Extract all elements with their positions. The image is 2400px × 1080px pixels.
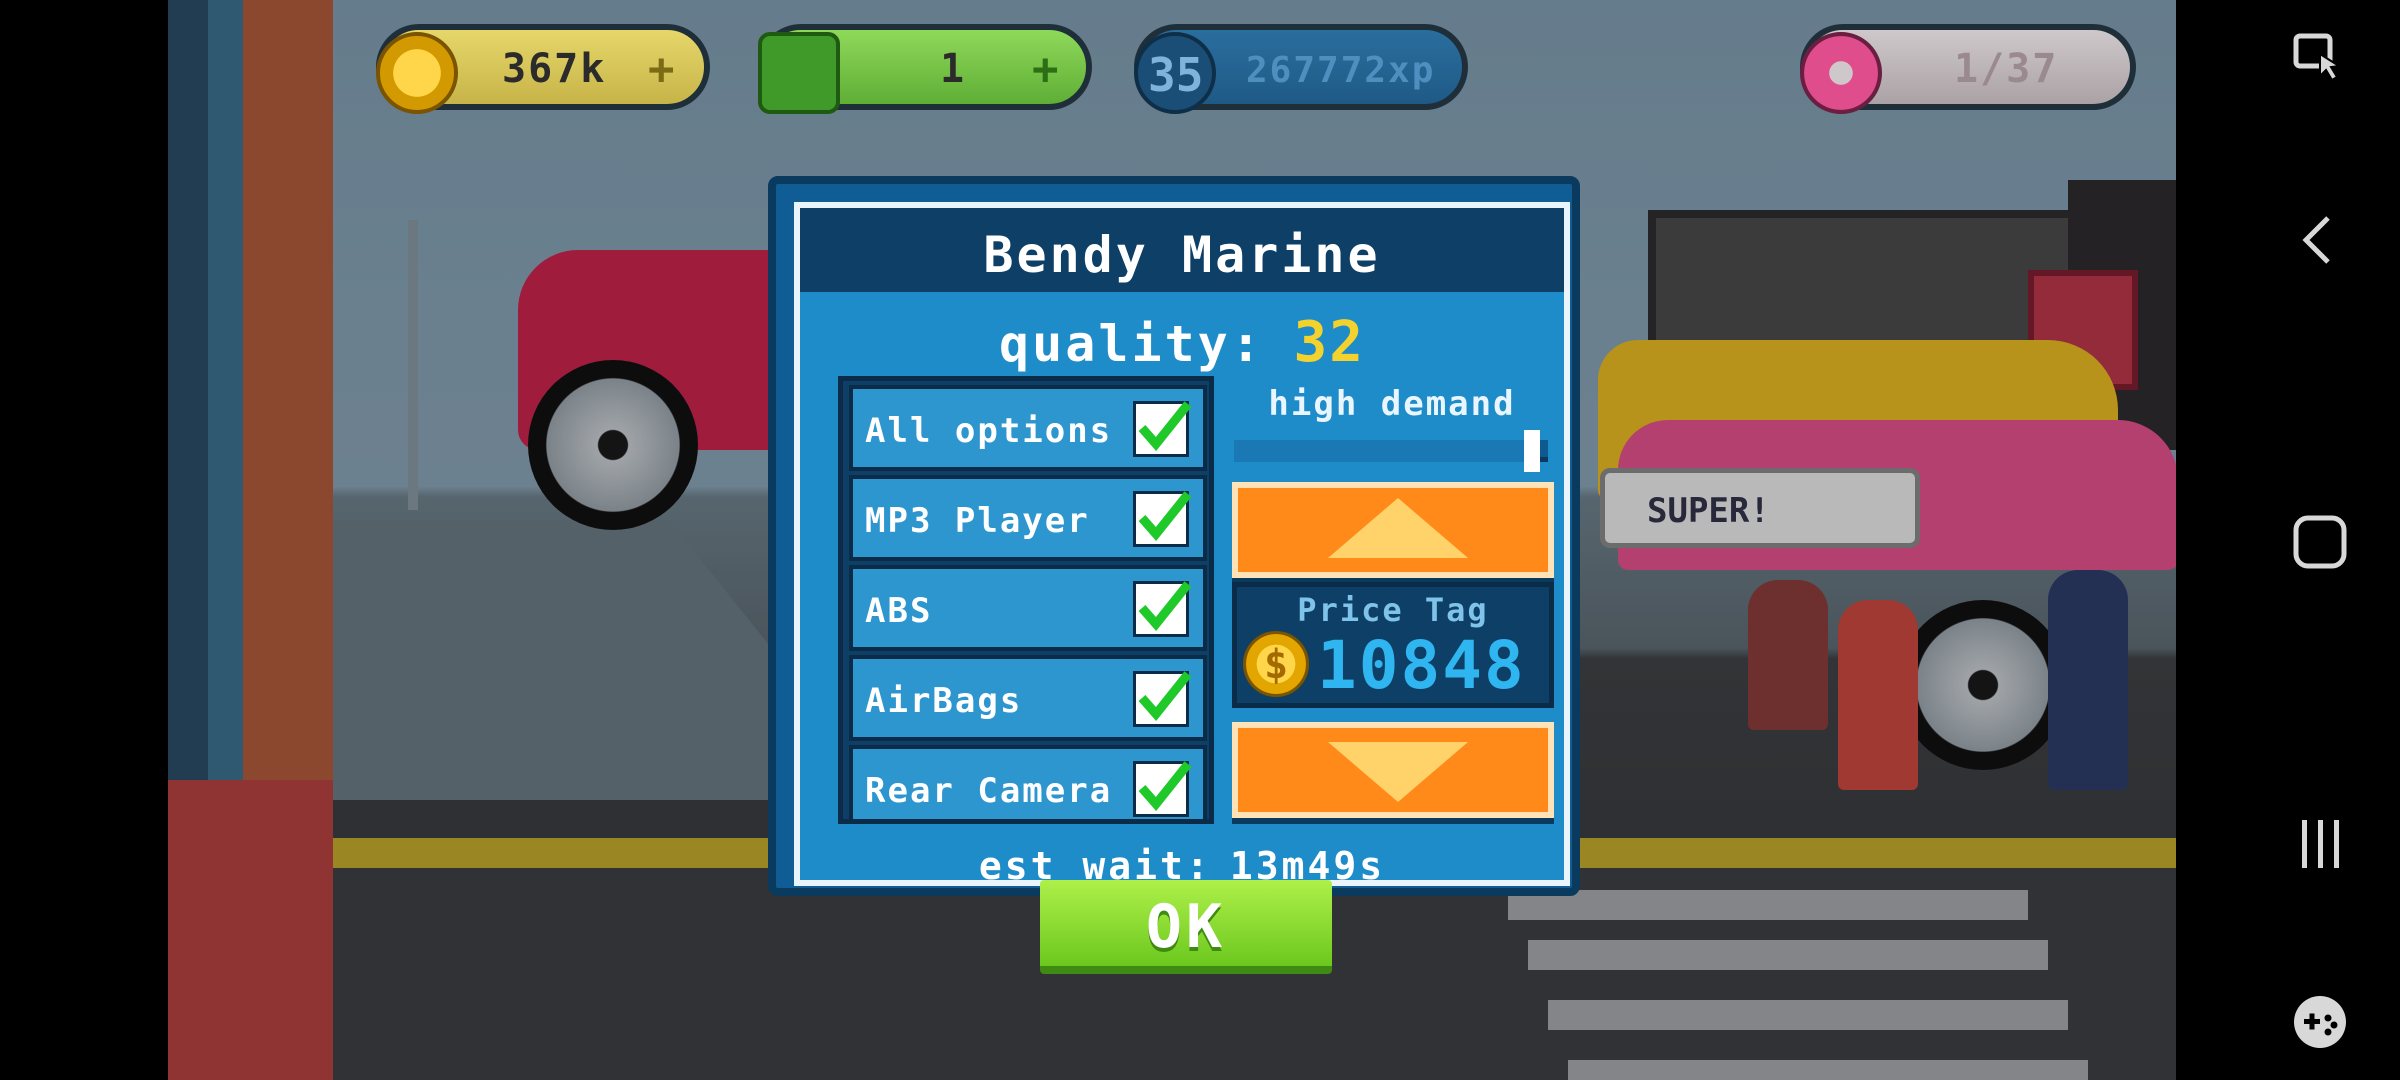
coin-symbol: $ [1263,642,1289,688]
option-abs[interactable]: ABS [849,565,1207,651]
car-sale-dialog: Bendy Marine quality: 32 All options MP3… [768,176,1580,906]
car-model-title: Bendy Marine [983,226,1381,284]
checkmark-icon [1138,401,1192,452]
option-label: All options [865,411,1113,451]
cash-value: 1 [940,46,967,92]
option-label: AirBags [865,681,1023,721]
option-mp3-player[interactable]: MP3 Player [849,475,1207,561]
option-label: MP3 Player [865,501,1090,541]
arrow-up-icon [1328,498,1468,558]
home-icon[interactable] [2290,512,2350,572]
demand-meter-fill [1234,440,1532,462]
demand-label: high demand [1268,384,1516,424]
back-icon[interactable] [2290,210,2350,270]
system-navigation-bar [2176,0,2400,1080]
checkbox-mp3-player[interactable] [1133,491,1192,547]
game-tools-icon[interactable] [2290,992,2350,1052]
option-label: ABS [865,591,933,631]
dialog-header: Bendy Marine [800,208,1564,292]
option-rear-camera[interactable]: Rear Camera [849,745,1207,819]
option-label: Rear Camera [865,771,1113,811]
cash-icon [758,32,840,114]
donut-value: 1/37 [1954,46,2059,92]
ok-button-label: OK [1145,892,1227,962]
demand-meter [1234,430,1548,472]
price-tag: Price Tag $ 10848 [1232,582,1554,708]
options-list: All options MP3 Player ABS AirBags Rear … [838,376,1214,824]
checkmark-icon [1138,671,1192,722]
level-star-icon: 35 [1134,32,1216,114]
price-value: 10848 [1317,627,1526,704]
checkmark-icon [1138,491,1192,542]
lower-price-button[interactable] [1232,722,1554,818]
coins-counter[interactable]: 367k + [376,24,710,114]
donut-counter: 1/37 [1800,24,2136,114]
checkbox-abs[interactable] [1133,581,1192,637]
checkmark-icon [1138,761,1192,812]
recents-icon[interactable] [2290,814,2350,874]
dialog-panel: Bendy Marine quality: 32 All options MP3… [794,202,1570,888]
xp-counter: 35 267772xp [1134,24,1468,114]
level-value: 35 [1148,48,1204,102]
add-coins-icon[interactable]: + [648,44,675,95]
checkbox-all-options[interactable] [1133,401,1192,457]
checkbox-airbags[interactable] [1133,671,1192,727]
coin-icon: $ [1243,631,1309,697]
checkbox-rear-camera[interactable] [1133,761,1192,817]
quality-row: quality: 32 [800,310,1564,375]
ok-button[interactable]: OK [1040,880,1332,974]
dialog-frame: Bendy Marine quality: 32 All options MP3… [768,176,1580,896]
cash-counter[interactable]: 1 + [758,24,1092,114]
screen-pin-icon[interactable] [2290,30,2350,90]
quality-label: quality: [999,315,1264,373]
raise-price-button[interactable] [1232,482,1554,578]
quality-value: 32 [1293,310,1365,375]
xp-value: 267772xp [1246,50,1436,91]
coin-icon [376,32,458,114]
price-tag-label: Price Tag [1297,591,1489,629]
checkmark-icon [1138,581,1192,632]
demand-meter-marker [1524,430,1540,472]
option-airbags[interactable]: AirBags [849,655,1207,741]
option-all-options[interactable]: All options [849,385,1207,471]
donut-icon [1800,32,1882,114]
coins-value: 367k [502,46,607,92]
arrow-down-icon [1328,742,1468,802]
add-cash-icon[interactable]: + [1032,44,1059,95]
